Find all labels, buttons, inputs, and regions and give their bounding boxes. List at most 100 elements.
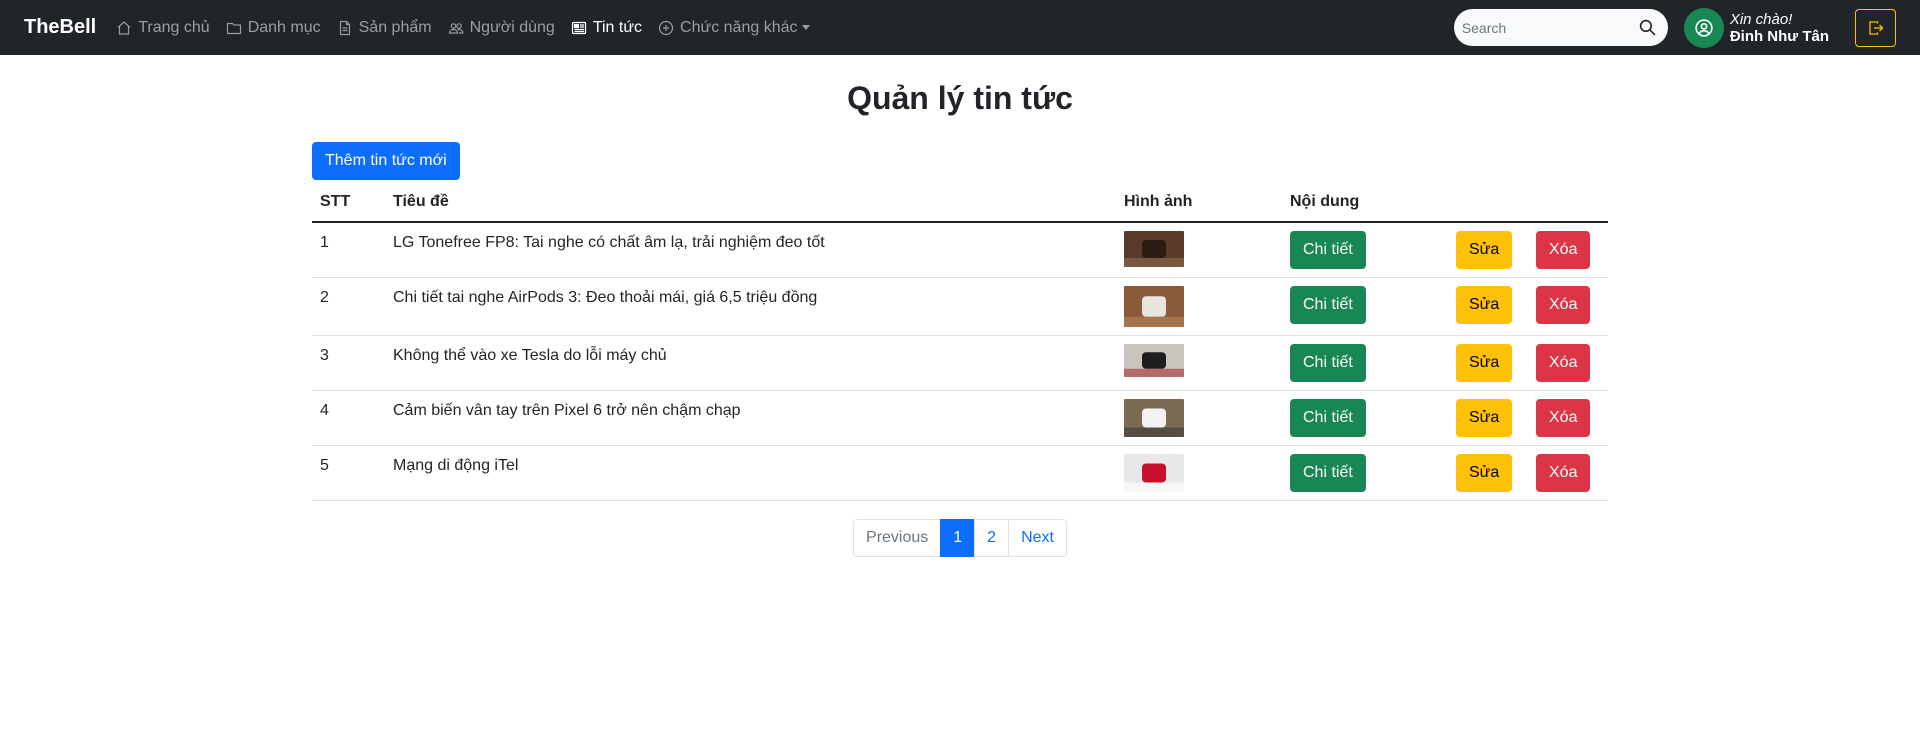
delete-button[interactable]: Xóa bbox=[1536, 231, 1591, 269]
news-thumbnail bbox=[1124, 344, 1184, 377]
cell-stt: 3 bbox=[312, 335, 385, 391]
detail-button[interactable]: Chi tiết bbox=[1290, 399, 1366, 437]
delete-button[interactable]: Xóa bbox=[1536, 344, 1591, 382]
delete-button[interactable]: Xóa bbox=[1536, 286, 1591, 324]
nav-item-label: Sản phẩm bbox=[358, 18, 432, 36]
add-news-button[interactable]: Thêm tin tức mới bbox=[312, 142, 460, 180]
cell-delete: Xóa bbox=[1528, 222, 1608, 278]
plus-circle-icon bbox=[658, 20, 674, 35]
cell-content: Chi tiết bbox=[1282, 445, 1448, 501]
column-header: Nội dung bbox=[1282, 182, 1448, 223]
pagination-page[interactable]: 1 bbox=[940, 519, 976, 557]
detail-button[interactable]: Chi tiết bbox=[1290, 231, 1366, 269]
edit-button[interactable]: Sửa bbox=[1456, 399, 1513, 437]
delete-button[interactable]: Xóa bbox=[1536, 454, 1591, 492]
delete-button[interactable]: Xóa bbox=[1536, 399, 1591, 437]
news-thumbnail bbox=[1124, 286, 1184, 327]
cell-title: Chi tiết tai nghe AirPods 3: Đeo thoải m… bbox=[385, 277, 1116, 336]
page-title: Quản lý tin tức bbox=[847, 80, 1073, 116]
nav-item-label: Tin tức bbox=[592, 18, 643, 36]
nav-item-news[interactable]: Tin tức bbox=[571, 19, 642, 37]
column-header: STT bbox=[312, 182, 385, 223]
nav-menu: Trang chủ Danh mục Sản phẩm Người dùng T… bbox=[116, 19, 825, 37]
cell-image bbox=[1116, 390, 1282, 446]
cell-edit: Sửa bbox=[1448, 390, 1528, 446]
pagination-next[interactable]: Next bbox=[1008, 519, 1067, 557]
column-header: Hình ảnh bbox=[1116, 182, 1282, 223]
cell-title: LG Tonefree FP8: Tai nghe có chất âm lạ,… bbox=[385, 222, 1116, 278]
user-text: Xin chào! Đinh Như Tân bbox=[1730, 11, 1829, 45]
cell-image bbox=[1116, 445, 1282, 501]
table-row: 1 LG Tonefree FP8: Tai nghe có chất âm l… bbox=[312, 222, 1608, 278]
cell-delete: Xóa bbox=[1528, 445, 1608, 501]
caret-down-icon bbox=[801, 25, 810, 30]
nav-item-label: Danh mục bbox=[247, 18, 321, 36]
cell-stt: 1 bbox=[312, 222, 385, 278]
house-icon bbox=[117, 20, 131, 35]
table-header-row: STT Tiêu đề Hình ảnh Nội dung bbox=[312, 182, 1608, 223]
cell-delete: Xóa bbox=[1528, 277, 1608, 336]
cell-image bbox=[1116, 335, 1282, 391]
pagination-previous[interactable]: Previous bbox=[853, 519, 942, 557]
cell-edit: Sửa bbox=[1448, 335, 1528, 391]
cell-edit: Sửa bbox=[1448, 445, 1528, 501]
logout-button[interactable] bbox=[1855, 8, 1896, 47]
table-row: 5 Mạng di động iTel Chi tiết Sửa Xóa bbox=[312, 445, 1608, 501]
detail-button[interactable]: Chi tiết bbox=[1290, 344, 1366, 382]
cell-delete: Xóa bbox=[1528, 335, 1608, 391]
table-row: 3 Không thể vào xe Tesla do lỗi máy chủ … bbox=[312, 335, 1608, 391]
column-header-empty bbox=[1528, 182, 1608, 223]
cell-title: Mạng di động iTel bbox=[385, 445, 1116, 501]
pagination-page[interactable]: 2 bbox=[974, 519, 1010, 557]
news-thumbnail bbox=[1124, 399, 1184, 437]
logout-icon bbox=[1868, 20, 1883, 35]
column-header-empty bbox=[1448, 182, 1528, 223]
main-container: Quản lý tin tức Thêm tin tức mới STT Tiê… bbox=[312, 79, 1608, 557]
nav-item-label: Người dùng bbox=[469, 18, 555, 36]
avatar[interactable] bbox=[1683, 7, 1724, 48]
pagination: Previous 1 2 Next bbox=[312, 519, 1608, 557]
username: Đinh Như Tân bbox=[1729, 27, 1829, 45]
people-icon bbox=[448, 22, 463, 34]
cell-title: Không thể vào xe Tesla do lỗi máy chủ bbox=[385, 335, 1116, 391]
nav-item-products[interactable]: Sản phẩm bbox=[337, 19, 432, 37]
user-info: Xin chào! Đinh Như Tân bbox=[1683, 7, 1829, 48]
nav-item-categories[interactable]: Danh mục bbox=[226, 19, 321, 37]
brand-logo[interactable]: TheBell bbox=[24, 16, 96, 39]
edit-button[interactable]: Sửa bbox=[1456, 344, 1513, 382]
cell-image bbox=[1116, 222, 1282, 278]
search-input[interactable] bbox=[1453, 9, 1668, 46]
nav-item-users[interactable]: Người dùng bbox=[448, 19, 555, 37]
greeting-text: Xin chào! bbox=[1729, 10, 1793, 28]
nav-item-label: Chức năng khác bbox=[680, 18, 798, 36]
cell-stt: 4 bbox=[312, 390, 385, 446]
cell-edit: Sửa bbox=[1448, 222, 1528, 278]
table-row: 4 Cảm biến vân tay trên Pixel 6 trở nên … bbox=[312, 390, 1608, 446]
search-box bbox=[1453, 9, 1668, 46]
cell-content: Chi tiết bbox=[1282, 335, 1448, 391]
detail-button[interactable]: Chi tiết bbox=[1290, 454, 1366, 492]
newspaper-icon bbox=[571, 21, 586, 34]
folder-icon bbox=[226, 22, 241, 34]
person-circle-icon bbox=[1695, 18, 1713, 37]
cell-stt: 2 bbox=[312, 277, 385, 336]
nav-right: Xin chào! Đinh Như Tân bbox=[1453, 0, 1896, 55]
nav-item-home[interactable]: Trang chủ bbox=[116, 18, 210, 37]
nav-item-more-functions[interactable]: Chức năng khác bbox=[658, 18, 810, 37]
navbar: TheBell Trang chủ Danh mục Sản phẩm Ngườ… bbox=[0, 0, 1920, 55]
news-table: STT Tiêu đề Hình ảnh Nội dung 1 LG Tonef… bbox=[312, 182, 1608, 501]
cell-content: Chi tiết bbox=[1282, 277, 1448, 336]
table-row: 2 Chi tiết tai nghe AirPods 3: Đeo thoải… bbox=[312, 277, 1608, 336]
news-thumbnail bbox=[1124, 454, 1184, 492]
cell-stt: 5 bbox=[312, 445, 385, 501]
cell-edit: Sửa bbox=[1448, 277, 1528, 336]
edit-button[interactable]: Sửa bbox=[1456, 231, 1513, 269]
edit-button[interactable]: Sửa bbox=[1456, 454, 1513, 492]
edit-button[interactable]: Sửa bbox=[1456, 286, 1513, 324]
cell-delete: Xóa bbox=[1528, 390, 1608, 446]
detail-button[interactable]: Chi tiết bbox=[1290, 286, 1366, 324]
search-icon[interactable] bbox=[1639, 19, 1656, 36]
cell-title: Cảm biến vân tay trên Pixel 6 trở nên ch… bbox=[385, 390, 1116, 446]
column-header: Tiêu đề bbox=[385, 182, 1116, 223]
nav-item-label: Trang chủ bbox=[138, 18, 210, 36]
